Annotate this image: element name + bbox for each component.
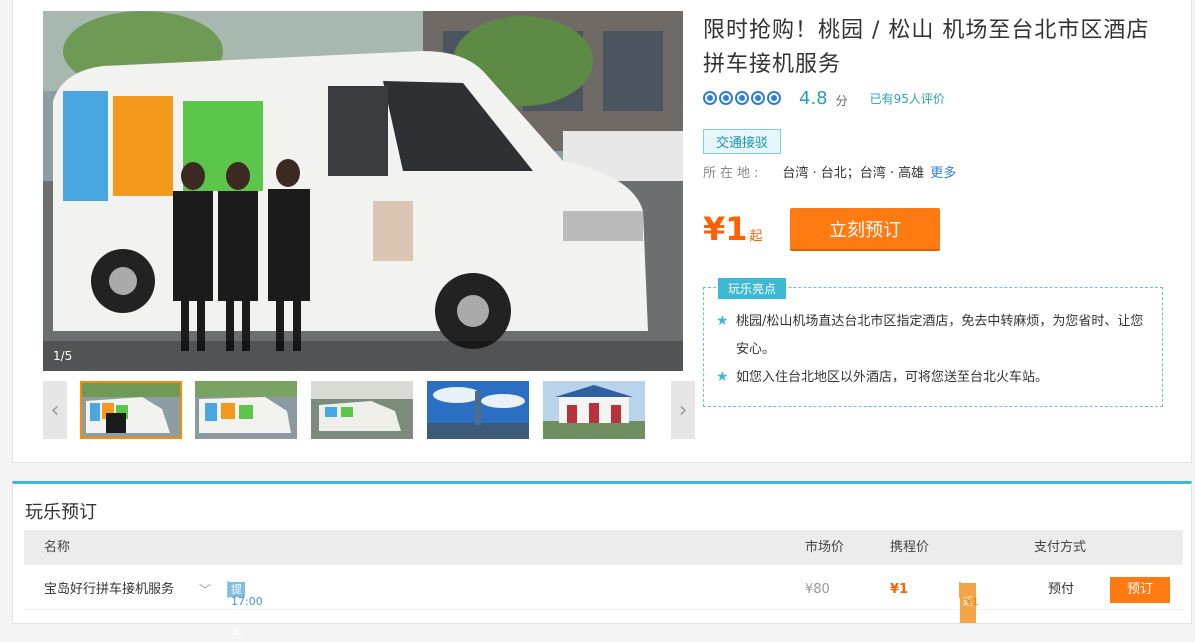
advance-time: 17:00 bbox=[231, 595, 263, 608]
thumbnail-van-front[interactable] bbox=[80, 381, 182, 439]
rating-star-icon bbox=[703, 91, 717, 105]
category-tag[interactable]: 交通接驳 bbox=[703, 129, 782, 154]
thumb-next-button[interactable]: › bbox=[671, 381, 695, 439]
thumbnail-van-street[interactable] bbox=[311, 381, 413, 439]
rating-row: 4.8 分 已有95人评价 bbox=[703, 87, 945, 109]
location-row: 所在地: 台湾 · 台北；台湾 · 高雄 更多 bbox=[703, 162, 956, 181]
cashback-amount: ¥1 bbox=[966, 597, 979, 608]
book-button[interactable]: 预订 bbox=[1110, 577, 1170, 603]
thumbnail-taipei-101[interactable] bbox=[427, 381, 529, 439]
product-title: 限时抢购！桃园 / 松山 机场至台北市区酒店拼车接机服务 bbox=[703, 18, 1150, 77]
product-card: 1/5 ‹ › 限时抢购！桃园 / 松山 机场至台北市区酒店拼车接机服务 4.8… bbox=[12, 0, 1192, 463]
ctrip-price: ¥1 bbox=[890, 582, 909, 597]
column-ctrip-price: 携程价 bbox=[890, 540, 930, 555]
rating-score-unit: 分 bbox=[835, 93, 848, 108]
ribbon-icon: ★ bbox=[716, 369, 729, 385]
rating-star-icon bbox=[751, 91, 765, 105]
column-name: 名称 bbox=[44, 540, 71, 555]
rating-star-icon bbox=[767, 91, 781, 105]
highlight-item: ★ 桃园/松山机场直达台北市区指定酒店，免去中转麻烦，为您省时、让您安心。 bbox=[716, 308, 1146, 364]
photo-counter: 1/5 bbox=[53, 349, 73, 363]
rating-star-icon bbox=[719, 91, 733, 105]
booking-table-header: 名称 市场价 携程价 支付方式 bbox=[24, 530, 1183, 565]
table-row: 宝岛好行拼车接机服务 ﹀ 提前5天 17:00 ¥80 ¥1 返 ¥1 预付 预… bbox=[24, 570, 1183, 641]
highlights-tag: 玩乐亮点 bbox=[718, 278, 787, 299]
highlight-item: ★ 如您入住台北地区以外酒店，可将您送至台北火车站。 bbox=[716, 364, 1146, 392]
rating-score: 4.8 bbox=[799, 87, 828, 109]
highlight-text: 如您入住台北地区以外酒店，可将您送至台北火车站。 bbox=[736, 370, 1049, 385]
location-label: 所在地: bbox=[703, 166, 763, 181]
book-now-button[interactable]: 立刻预订 bbox=[790, 208, 940, 251]
chevron-down-icon[interactable]: ﹀ bbox=[199, 570, 211, 610]
booking-section-title: 玩乐预订 bbox=[25, 502, 97, 523]
cashback-badge: 返 ¥1 bbox=[959, 582, 979, 623]
van-photo-image bbox=[43, 11, 683, 371]
thumbnail-van-side[interactable] bbox=[195, 381, 297, 439]
location-text: 台湾 · 台北；台湾 · 高雄 bbox=[782, 166, 925, 181]
rating-star-icon bbox=[735, 91, 749, 105]
column-payment: 支付方式 bbox=[1034, 540, 1087, 555]
price-row: ¥1 起 bbox=[703, 212, 763, 246]
ribbon-icon: ★ bbox=[716, 313, 729, 329]
highlights-box: 玩乐亮点 ★ 桃园/松山机场直达台北市区指定酒店，免去中转麻烦，为您省时、让您安… bbox=[703, 278, 1163, 407]
advance-booking-badge: 提前5天 17:00 bbox=[227, 581, 263, 641]
column-market-price: 市场价 bbox=[805, 540, 845, 555]
thumbnail-memorial-gate[interactable] bbox=[543, 381, 645, 439]
price-value: ¥1 bbox=[703, 210, 748, 248]
thumb-prev-button[interactable]: ‹ bbox=[43, 381, 67, 439]
location-more-link[interactable]: 更多 bbox=[930, 162, 956, 181]
booking-section: 玩乐预订 名称 市场价 携程价 支付方式 宝岛好行拼车接机服务 ﹀ 提前5天 1… bbox=[12, 481, 1192, 641]
product-name[interactable]: 宝岛好行拼车接机服务 bbox=[44, 570, 174, 610]
highlight-text: 桃园/松山机场直达台北市区指定酒店，免去中转麻烦，为您省时、让您安心。 bbox=[736, 314, 1144, 357]
price-suffix: 起 bbox=[749, 229, 763, 244]
market-price: ¥80 bbox=[805, 582, 830, 597]
main-photo[interactable]: 1/5 bbox=[43, 11, 683, 371]
payment-method: 预付 bbox=[1048, 582, 1075, 597]
reviews-link[interactable]: 已有95人评价 bbox=[870, 90, 945, 107]
thumbnail-strip: ‹ › bbox=[43, 381, 695, 439]
